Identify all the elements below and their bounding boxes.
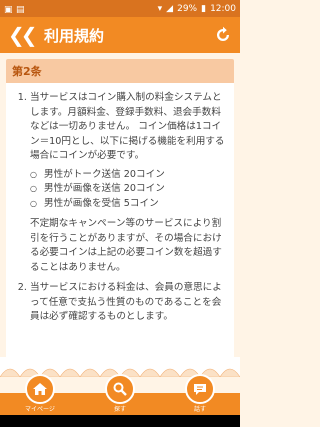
nav-talk-label: 話す <box>193 406 206 413</box>
terms-list: 当サービスはコイン購入制の料金システムとします。月額料金、登録手数料、退会手数料… <box>30 91 228 325</box>
status-bar: ▣ ▤ ▾ ◢ 29% ▮ 12:00 <box>0 0 240 17</box>
item-text: 当サービスにおける料金は、会員の意思によって任意で支払う性質のものであることを会… <box>30 282 222 322</box>
clock: 12:00 <box>210 3 236 14</box>
sub-list: 男性がトーク送信 20コイン 男性が画像を送信 20コイン 男性が画像を受信 5… <box>30 168 228 212</box>
chat-bubble-icon <box>185 374 215 404</box>
list-item: 当サービスはコイン購入制の料金システムとします。月額料金、登録手数料、退会手数料… <box>30 91 228 275</box>
app-header: ❮❮ 利用規約 <box>0 17 240 53</box>
content-area[interactable]: 第2条 当サービスはコイン購入制の料金システムとします。月額料金、登録手数料、退… <box>0 53 240 377</box>
app-notification-icon: ▣ <box>4 4 13 15</box>
item-note: 不定期なキャンペーン等のサービスにより割引を行うことがありますが、その場合におけ… <box>30 218 222 273</box>
notification-icon: ▤ <box>16 4 25 15</box>
battery-icon: ▮ <box>201 3 207 14</box>
nav-search[interactable]: 探す <box>95 374 145 415</box>
sub-list-item: 男性が画像を受信 5コイン <box>30 197 228 212</box>
battery-percent: 29% <box>177 3 198 14</box>
nav-mypage[interactable]: マイページ <box>15 374 65 415</box>
sub-list-item: 男性が画像を送信 20コイン <box>30 182 228 197</box>
home-icon <box>25 374 55 404</box>
section-title: 第2条 <box>6 59 234 83</box>
nav-search-label: 探す <box>113 406 126 413</box>
list-item: 当サービスにおける料金は、会員の意思によって任意で支払う性質のものであることを会… <box>30 281 228 325</box>
sub-list-item: 男性がトーク送信 20コイン <box>30 168 228 183</box>
search-icon <box>105 374 135 404</box>
terms-card: 第2条 当サービスはコイン購入制の料金システムとします。月額料金、登録手数料、退… <box>6 59 234 377</box>
item-text: 当サービスはコイン購入制の料金システムとします。月額料金、登録手数料、退会手数料… <box>30 92 225 161</box>
refresh-icon[interactable] <box>214 26 232 44</box>
wifi-icon: ▾ <box>157 3 163 14</box>
system-nav-bar <box>0 415 240 427</box>
bottom-nav: マイページ 探す 話す <box>0 367 240 415</box>
nav-talk[interactable]: 話す <box>175 374 225 415</box>
back-chevron-icon[interactable]: ❮❮ <box>8 23 38 47</box>
signal-icon: ◢ <box>166 3 174 14</box>
page-title: 利用規約 <box>44 26 105 45</box>
nav-mypage-label: マイページ <box>25 406 55 413</box>
